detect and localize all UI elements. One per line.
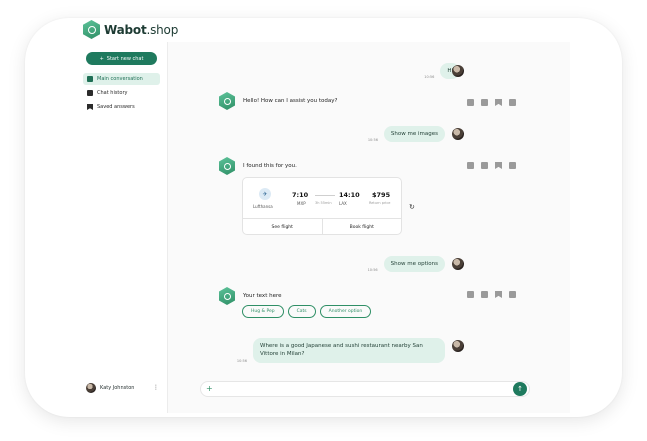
- depart-code: MXP: [297, 201, 306, 206]
- sidebar-item-main-conversation[interactable]: Main conversation: [83, 73, 160, 85]
- message-bubble: Show me options: [383, 256, 445, 273]
- message-time: 10:56: [367, 138, 378, 143]
- bookmark-icon[interactable]: [495, 291, 502, 298]
- user-name: Katy Johnston: [100, 384, 135, 391]
- sidebar-item-label: Saved answers: [97, 104, 135, 110]
- message-time: 10:56: [424, 75, 435, 80]
- avatar: [452, 258, 464, 270]
- sidebar-item-chat-history[interactable]: Chat history: [83, 87, 160, 99]
- brand-suffix: .shop: [146, 22, 179, 37]
- flight-actions: See flight Book flight: [243, 218, 401, 235]
- message-bubble: Where is a good Japanese and sushi resta…: [253, 338, 445, 363]
- copy-icon[interactable]: [509, 162, 516, 169]
- brand-logo: Wabot.shop: [83, 20, 178, 39]
- thumbs-up-icon[interactable]: [467, 99, 474, 106]
- message-time: 10:56: [236, 358, 247, 363]
- refresh-icon[interactable]: ↻: [409, 203, 415, 211]
- bookmark-icon[interactable]: [495, 99, 502, 106]
- bookmark-icon: [87, 104, 93, 110]
- see-flight-button[interactable]: See flight: [243, 219, 322, 235]
- book-flight-button[interactable]: Book flight: [321, 219, 402, 235]
- thumbs-down-icon[interactable]: [481, 99, 488, 106]
- chip-option[interactable]: Another option: [319, 305, 372, 318]
- airline-logo-icon: ✈: [259, 188, 271, 200]
- avatar: [452, 128, 464, 140]
- chat-area: 10:56 Hi Hello! How can I assist you tod…: [168, 42, 570, 413]
- depart-time: 7:10: [292, 191, 309, 199]
- bot-avatar-icon: [219, 92, 235, 110]
- copy-icon[interactable]: [509, 291, 516, 298]
- message-actions: [467, 99, 516, 106]
- sidebar: + Start new chat Main conversation Chat …: [78, 42, 168, 413]
- chip-option[interactable]: Hug & Pep: [242, 305, 284, 318]
- bot-message: Hello! How can I assist you today?: [219, 92, 337, 110]
- flight-card: ✈ Lufthansa 7:10 MXP 3h 55min 14:10 LAX …: [242, 177, 402, 235]
- flight-duration: 3h 55min: [315, 201, 332, 205]
- thumbs-down-icon[interactable]: [481, 162, 488, 169]
- message-time: 10:56: [367, 268, 378, 273]
- sidebar-item-saved-answers[interactable]: Saved answers: [83, 101, 160, 113]
- message-text: Hello! How can I assist you today?: [243, 98, 338, 104]
- copy-icon[interactable]: [509, 99, 516, 106]
- sidebar-item-label: Chat history: [97, 90, 128, 96]
- logo-icon: [83, 20, 100, 39]
- start-new-chat-button[interactable]: + Start new chat: [86, 52, 157, 65]
- history-icon: [87, 90, 93, 96]
- add-attachment-icon[interactable]: +: [206, 385, 213, 393]
- thumbs-down-icon[interactable]: [481, 291, 488, 298]
- airline-name: Lufthansa: [253, 204, 273, 209]
- thumbs-up-icon[interactable]: [467, 162, 474, 169]
- user-profile[interactable]: Katy Johnston ⋮: [86, 382, 159, 393]
- chat-icon: [87, 76, 93, 82]
- thumbs-up-icon[interactable]: [467, 291, 474, 298]
- arrive-code: LAX: [339, 201, 347, 206]
- sidebar-item-label: Main conversation: [97, 76, 143, 82]
- arrive-time: 14:10: [339, 191, 360, 199]
- message-actions: [467, 162, 516, 169]
- bot-avatar-icon: [219, 287, 235, 305]
- bot-message: I found this for you.: [219, 157, 297, 175]
- chip-option[interactable]: Cats: [287, 305, 316, 318]
- avatar: [86, 382, 96, 393]
- flight-price: $795: [372, 191, 391, 199]
- message-text: I found this for you.: [243, 163, 297, 169]
- price-note: Return price: [369, 201, 391, 205]
- bookmark-icon[interactable]: [495, 162, 502, 169]
- user-message: 10:56 Show me images: [367, 126, 445, 143]
- user-message: 10:56 Where is a good Japanese and sushi…: [237, 338, 445, 363]
- bot-message: Your text here: [219, 287, 282, 305]
- start-new-chat-label: Start new chat: [106, 55, 144, 62]
- avatar: [452, 65, 464, 77]
- plus-icon: +: [99, 55, 104, 62]
- user-message: 10:56 Show me options: [367, 256, 445, 273]
- send-button[interactable]: ↑: [513, 382, 527, 396]
- route-line: [315, 195, 335, 196]
- message-actions: [467, 291, 516, 298]
- brand-name: Wabot: [104, 22, 147, 37]
- quick-reply-chips: Hug & Pep Cats Another option: [242, 305, 372, 318]
- message-input[interactable]: +: [200, 381, 530, 397]
- bot-avatar-icon: [219, 157, 235, 175]
- message-bubble: Show me images: [383, 126, 445, 143]
- message-text: Your text here: [243, 293, 282, 299]
- more-menu-icon[interactable]: ⋮: [153, 384, 159, 391]
- avatar: [452, 340, 464, 352]
